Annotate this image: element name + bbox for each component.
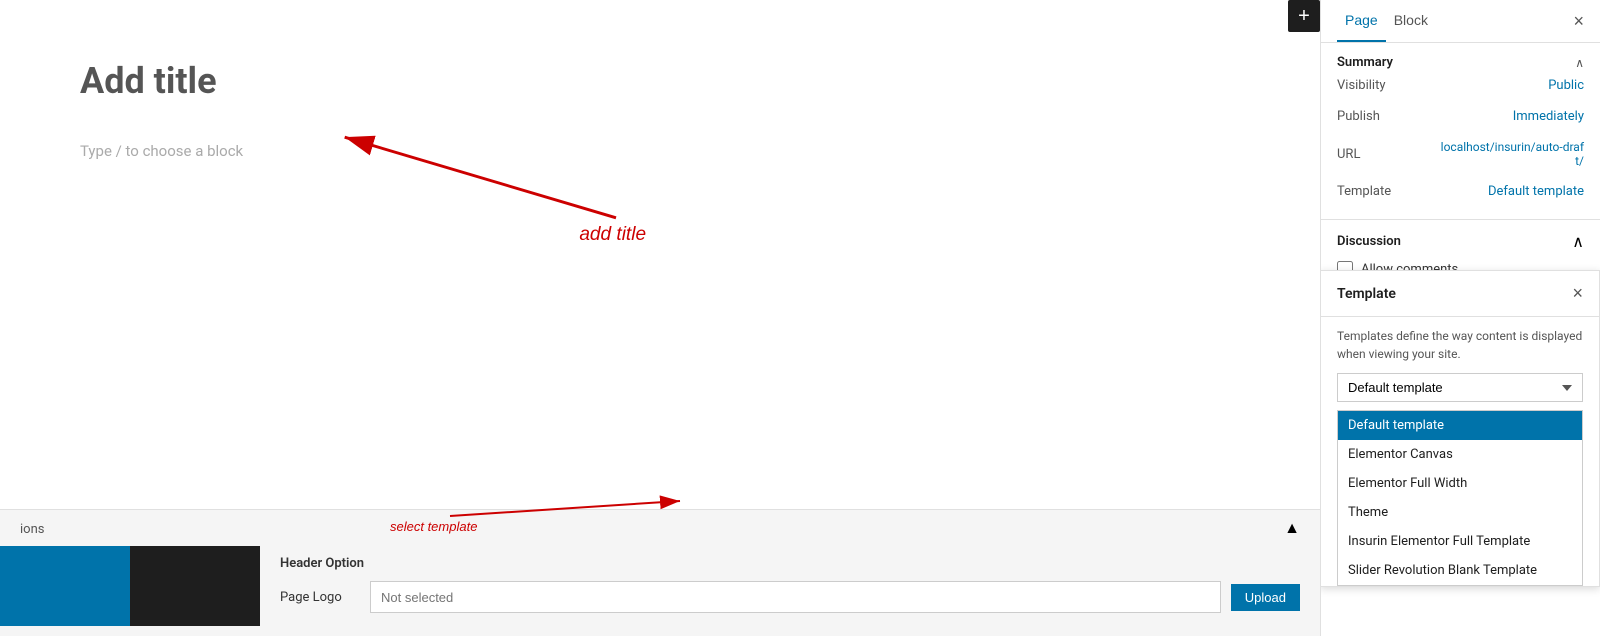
visibility-row: Visibility Public bbox=[1337, 70, 1584, 101]
template-option-slider-item[interactable]: Slider Revolution Blank Template bbox=[1338, 556, 1582, 585]
panel-sidebar-blue bbox=[0, 546, 130, 626]
template-option-elementor-full-width-item[interactable]: Elementor Full Width bbox=[1338, 469, 1582, 498]
template-option-insurin-item[interactable]: Insurin Elementor Full Template bbox=[1338, 527, 1582, 556]
publish-value[interactable]: Immediately bbox=[1513, 109, 1584, 124]
url-row: URL localhost/insurin/auto-draft/ bbox=[1337, 132, 1584, 176]
plus-icon: + bbox=[1298, 5, 1310, 28]
template-row: Template Default template bbox=[1337, 176, 1584, 207]
template-popup-description: Templates define the way content is disp… bbox=[1321, 317, 1599, 373]
sidebar-close-button[interactable]: × bbox=[1573, 11, 1584, 32]
add-title[interactable]: Add title bbox=[80, 60, 1240, 102]
panel-content: Header Option Page Logo Upload bbox=[260, 546, 1320, 626]
add-block-button[interactable]: + bbox=[1288, 0, 1320, 32]
template-option-elementor-canvas-item[interactable]: Elementor Canvas bbox=[1338, 440, 1582, 469]
summary-section-header[interactable]: Summary ∧ bbox=[1337, 55, 1584, 70]
template-label: Template bbox=[1337, 184, 1391, 199]
url-label: URL bbox=[1337, 147, 1360, 162]
discussion-chevron-icon: ∧ bbox=[1572, 232, 1584, 251]
template-dropdown: Default template Elementor Canvas Elemen… bbox=[1337, 410, 1583, 586]
summary-chevron-icon: ∧ bbox=[1575, 56, 1584, 70]
template-option-theme-item[interactable]: Theme bbox=[1338, 498, 1582, 527]
tab-block[interactable]: Block bbox=[1386, 0, 1436, 42]
template-popup-header: Template × bbox=[1321, 271, 1599, 317]
tab-page[interactable]: Page bbox=[1337, 0, 1386, 42]
summary-section: Summary ∧ Visibility Public Publish Imme… bbox=[1321, 43, 1600, 220]
template-select[interactable]: Default template Elementor Canvas Elemen… bbox=[1337, 373, 1583, 402]
template-option-default-item[interactable]: Default template bbox=[1338, 411, 1582, 440]
template-popup-title: Template bbox=[1337, 286, 1396, 302]
panel-section: Header Option Page Logo Upload bbox=[0, 546, 1320, 626]
publish-row: Publish Immediately bbox=[1337, 101, 1584, 132]
title-area: Add title bbox=[80, 60, 1240, 102]
template-select-wrapper: Default template Elementor Canvas Elemen… bbox=[1321, 373, 1599, 410]
panel-toggle-button[interactable]: ▲ bbox=[1284, 520, 1300, 538]
url-value[interactable]: localhost/insurin/auto-draft/ bbox=[1434, 140, 1584, 168]
discussion-header: Discussion ∧ bbox=[1337, 232, 1584, 251]
template-value[interactable]: Default template bbox=[1488, 184, 1584, 199]
block-placeholder[interactable]: Type / to choose a block bbox=[80, 142, 243, 160]
header-option-title: Header Option bbox=[280, 556, 1300, 571]
upload-button[interactable]: Upload bbox=[1231, 584, 1300, 611]
chevron-up-icon: ▲ bbox=[1284, 520, 1300, 537]
page-logo-row: Page Logo Upload bbox=[280, 581, 1300, 613]
close-icon: × bbox=[1573, 11, 1584, 31]
discussion-title: Discussion bbox=[1337, 234, 1401, 249]
page-logo-label: Page Logo bbox=[280, 590, 360, 605]
close-icon: × bbox=[1572, 283, 1583, 303]
template-popup-close-button[interactable]: × bbox=[1572, 283, 1583, 304]
right-sidebar: Page Block × Summary ∧ Visibility Public… bbox=[1320, 0, 1600, 636]
bottom-panel-header: ions ▲ bbox=[0, 520, 1320, 546]
page-logo-input[interactable] bbox=[370, 581, 1221, 613]
bottom-panel: ions ▲ Header Option Page Logo Upload bbox=[0, 509, 1320, 636]
visibility-value[interactable]: Public bbox=[1548, 78, 1584, 93]
summary-title: Summary bbox=[1337, 55, 1393, 70]
sidebar-tabs: Page Block × bbox=[1321, 0, 1600, 43]
panel-sidebar-dark bbox=[130, 546, 260, 626]
panel-section-label: ions bbox=[20, 522, 44, 537]
visibility-label: Visibility bbox=[1337, 78, 1386, 93]
svg-text:add title: add title bbox=[579, 224, 646, 245]
template-popup: Template × Templates define the way cont… bbox=[1320, 270, 1600, 587]
publish-label: Publish bbox=[1337, 109, 1380, 124]
